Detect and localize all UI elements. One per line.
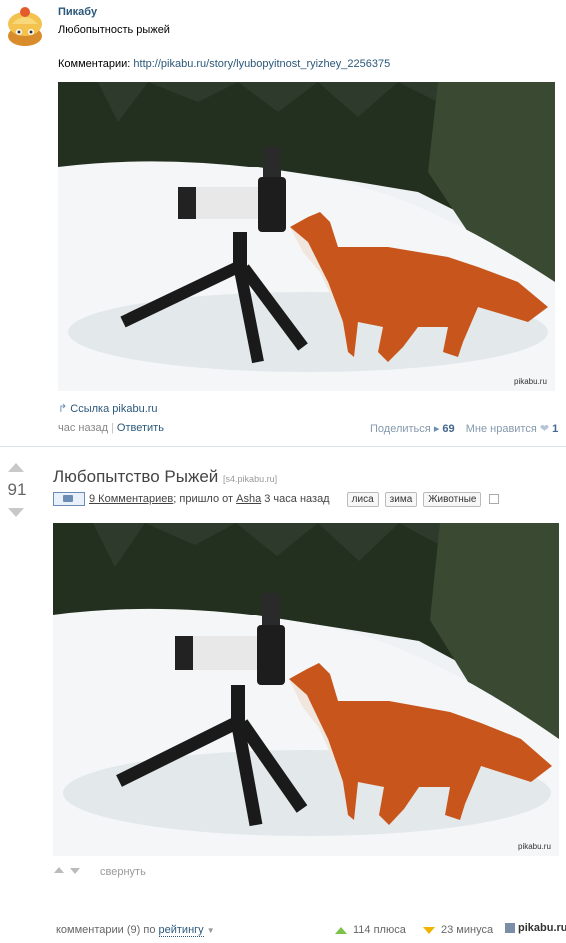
comment-vote-down-button[interactable] <box>70 868 80 874</box>
comments-count-text: комментарии (9) по <box>56 924 159 936</box>
share-label: Поделиться <box>370 423 431 435</box>
tag-winter[interactable]: зима <box>384 492 418 507</box>
post-meta: час назад | Ответить <box>58 422 164 434</box>
heart-icon: ❤ <box>539 423 550 435</box>
vote-up-button[interactable] <box>8 463 24 472</box>
fox-story-image: pikabu.ru <box>53 523 559 856</box>
reply-link[interactable]: Ответить <box>117 422 164 434</box>
post-divider <box>0 446 566 447</box>
photo-watermark: pikabu.ru <box>514 377 547 386</box>
post-time: час назад <box>58 422 109 434</box>
story-title[interactable]: Любопытство Рыжей [s4.pikabu.ru] <box>53 467 277 487</box>
comments-prefix: Комментарии: <box>58 58 134 70</box>
story-user-link[interactable]: Asha <box>236 493 261 505</box>
save-icon[interactable] <box>489 494 500 505</box>
sort-by-rating-link[interactable]: рейтингу <box>158 924 204 937</box>
pikabu-logo-text: pikabu.ru <box>518 922 566 934</box>
story-meta: 9 Комментариев; пришло от Asha 3 часа на… <box>53 492 500 507</box>
minuses-count: 23 минуса <box>423 924 493 936</box>
source-link-label: Ссылка pikabu.ru <box>70 403 158 415</box>
plus-triangle-icon <box>335 926 347 934</box>
share-button[interactable]: Поделиться ▸ 69 <box>370 423 455 435</box>
post-photo[interactable]: pikabu.ru <box>58 82 555 391</box>
story-photo-watermark: pikabu.ru <box>518 842 551 851</box>
meta-separator: | <box>111 422 114 434</box>
megaphone-icon: ▸ <box>433 423 440 435</box>
pluses-text: 114 плюса <box>353 924 406 936</box>
tag-animals[interactable]: Животные <box>423 492 482 507</box>
pikabu-avatar[interactable] <box>4 4 46 48</box>
collapse-link[interactable]: свернуть <box>100 866 146 878</box>
comments-sort-label: комментарии (9) по рейтингу ▼ <box>56 924 215 937</box>
posted-from-text: ; пришло от <box>173 493 237 505</box>
pikabu-logo-icon <box>505 923 515 934</box>
comments-url-link[interactable]: http://pikabu.ru/story/lyubopyitnost_ryi… <box>133 58 390 70</box>
like-label: Мне нравится <box>465 423 537 435</box>
tag-fox[interactable]: лиса <box>346 492 379 507</box>
share-count: 69 <box>442 423 455 435</box>
camera-icon <box>53 492 85 507</box>
share-like-bar: Поделиться ▸ 69 Мне нравится ❤ 1 <box>370 422 558 435</box>
story-title-text: Любопытство Рыжей <box>53 467 219 486</box>
story-source: [s4.pikabu.ru] <box>223 474 278 484</box>
post-comments-line: Комментарии: http://pikabu.ru/story/lyub… <box>58 58 390 70</box>
story-photo[interactable]: pikabu.ru <box>53 523 559 856</box>
sort-dropdown-icon[interactable]: ▼ <box>207 926 215 935</box>
minuses-text: 23 минуса <box>441 924 494 936</box>
comment-vote-up-button[interactable] <box>54 867 64 873</box>
minus-triangle-icon <box>423 926 435 934</box>
vote-down-button[interactable] <box>8 508 24 517</box>
pikabu-footer-logo[interactable]: pikabu.ru <box>505 922 566 934</box>
link-arrow-icon: ↱ <box>58 403 68 415</box>
fox-photo-image: pikabu.ru <box>58 82 555 391</box>
like-count: 1 <box>552 423 559 435</box>
like-button[interactable]: Мне нравится ❤ 1 <box>466 423 559 435</box>
story-time: 3 часа назад <box>261 493 330 505</box>
post-text: Любопытность рыжей <box>58 24 170 36</box>
story-rating: 91 <box>7 480 27 499</box>
source-link[interactable]: ↱ Ссылка pikabu.ru <box>58 402 158 415</box>
pluses-count: 114 плюса <box>335 924 406 936</box>
post-author-link[interactable]: Пикабу <box>58 6 97 18</box>
story-comments-link[interactable]: 9 Комментариев <box>89 493 173 505</box>
